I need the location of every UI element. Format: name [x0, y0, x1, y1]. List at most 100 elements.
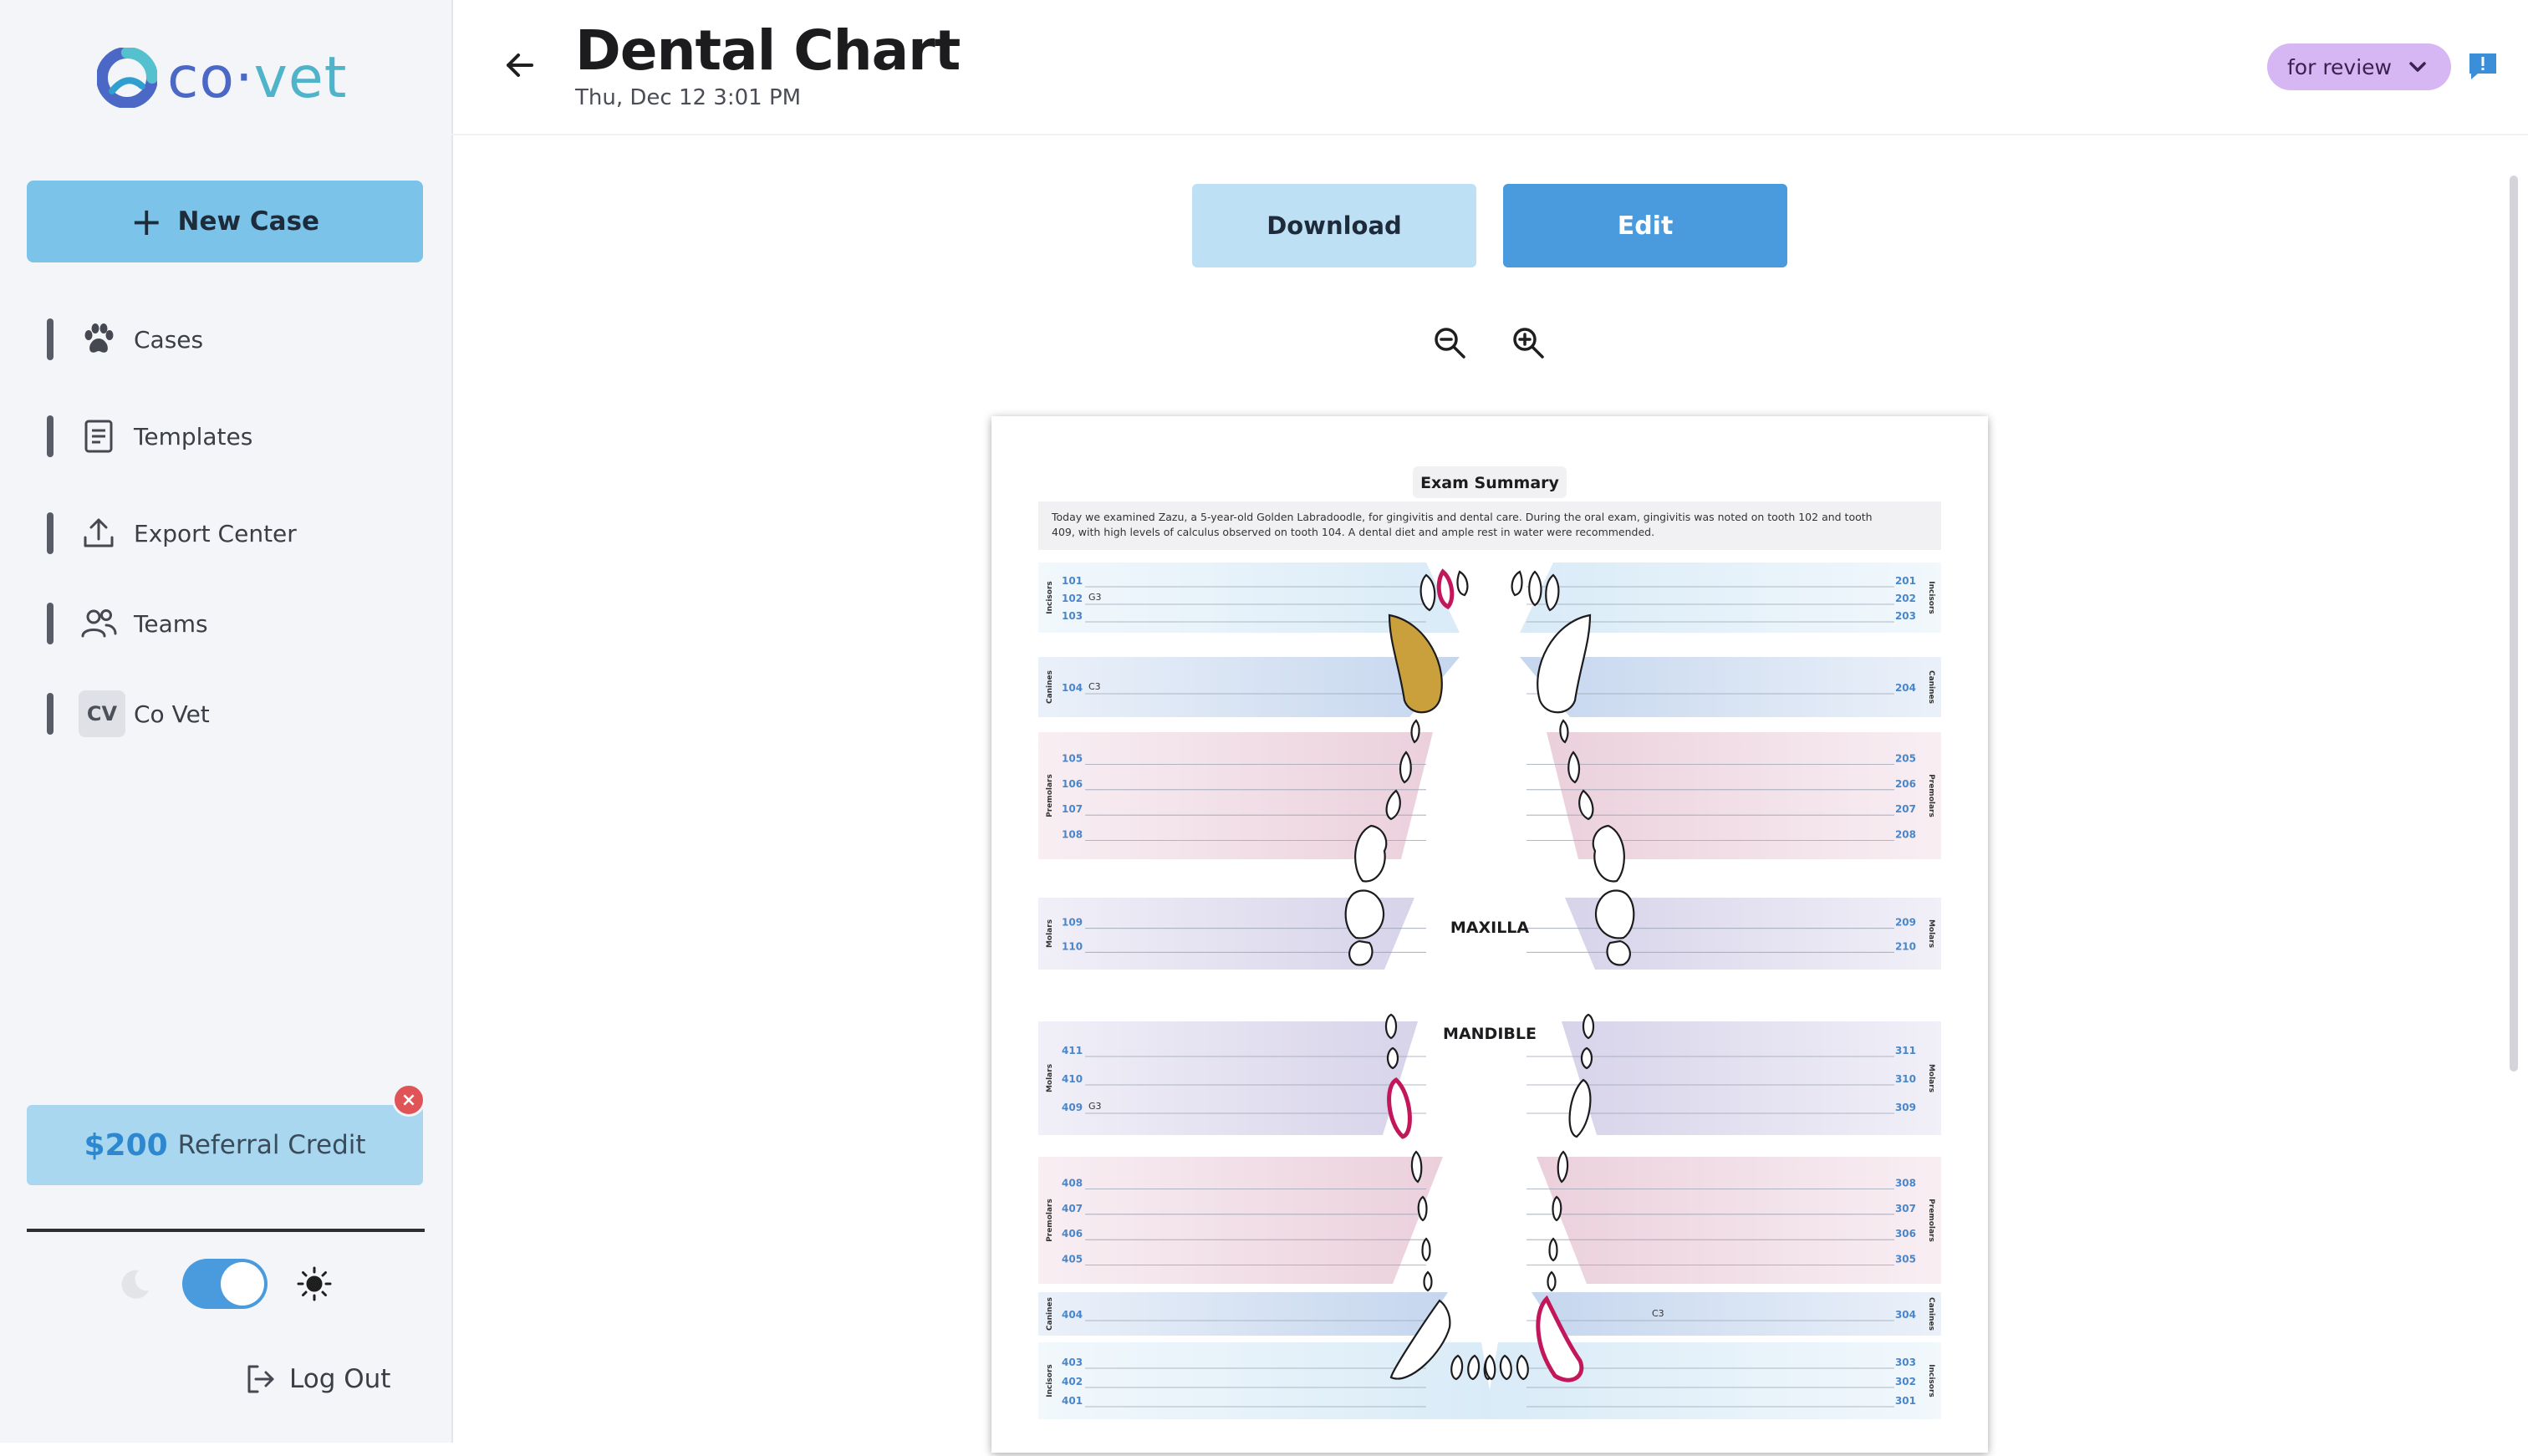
download-button[interactable]: Download — [1192, 184, 1476, 267]
tooth-number: 301 — [1895, 1395, 1916, 1407]
tooth-411 — [1384, 1013, 1398, 1040]
referral-amount: $200 — [84, 1128, 168, 1163]
tooth-number: 106 — [1062, 778, 1083, 790]
tooth-annotation: G3 — [1088, 1101, 1102, 1112]
scrollbar[interactable] — [2510, 176, 2518, 1072]
zoom-out-icon[interactable] — [1431, 324, 1468, 361]
tooth-410 — [1386, 1046, 1399, 1070]
group-label-molars: Molars — [1046, 1064, 1054, 1092]
close-icon[interactable]: × — [392, 1083, 426, 1117]
tooth-annotation: G3 — [1088, 592, 1102, 603]
sidebar-item-label: Co Vet — [134, 700, 210, 728]
group-label-incisors: Incisors — [1927, 1364, 1935, 1397]
group-label-premolars: Premolars — [1046, 1199, 1054, 1242]
theme-switcher — [117, 1259, 333, 1309]
tooth-number: 109 — [1062, 917, 1083, 929]
tooth-number: 405 — [1062, 1254, 1083, 1265]
tooth-number: 102 — [1062, 593, 1083, 604]
summary-text-line1: Today we examined Zazu, a 5-year-old Gol… — [1051, 511, 1873, 523]
maxilla-label: MAXILLA — [1450, 919, 1530, 937]
tooth-number: 209 — [1895, 917, 1916, 929]
sidebar-item-teams[interactable]: Teams — [47, 598, 431, 649]
group-label-premolars: Premolars — [1927, 1199, 1935, 1242]
referral-credit-banner[interactable]: $200 Referral Credit — [27, 1105, 423, 1185]
tooth-number: 207 — [1895, 803, 1916, 815]
moon-icon[interactable] — [117, 1265, 154, 1302]
tooth-number: 308 — [1895, 1177, 1916, 1189]
edit-button[interactable]: Edit — [1503, 184, 1787, 267]
nav-indicator — [47, 693, 54, 735]
tooth-number: 406 — [1062, 1228, 1083, 1240]
avatar: CV — [79, 690, 125, 737]
tooth-number: 310 — [1895, 1073, 1916, 1085]
group-label-incisors: Incisors — [1927, 581, 1935, 614]
new-case-button[interactable]: + New Case — [27, 181, 423, 262]
group-label-premolars: Premolars — [1927, 774, 1935, 817]
logout-icon — [247, 1365, 274, 1393]
referral-label: Referral Credit — [177, 1130, 366, 1160]
status-label: for review — [2287, 54, 2392, 79]
tooth-number: 210 — [1895, 940, 1916, 952]
nav-indicator — [47, 512, 54, 554]
tooth-307 — [1552, 1195, 1562, 1222]
group-label-canines: Canines — [1046, 670, 1054, 704]
tooth-110 — [1348, 939, 1374, 966]
theme-toggle[interactable] — [182, 1259, 268, 1309]
sidebar-item-templates[interactable]: Templates — [47, 411, 431, 461]
group-label-molars: Molars — [1927, 919, 1935, 948]
nav-indicator — [47, 318, 54, 360]
tooth-number: 203 — [1895, 610, 1916, 622]
tooth-number: 303 — [1895, 1357, 1916, 1368]
logo-text: co·vet — [167, 44, 348, 111]
sidebar-divider — [27, 1229, 425, 1232]
tooth-number: 206 — [1895, 778, 1916, 790]
new-case-label: New Case — [177, 206, 320, 237]
sidebar-item-cases[interactable]: Cases — [47, 314, 431, 364]
tooth-number: 403 — [1062, 1357, 1083, 1368]
band-canines — [1532, 1292, 1941, 1336]
toggle-knob — [221, 1262, 264, 1306]
sidebar-item-label: Cases — [134, 325, 204, 354]
tooth-number: 402 — [1062, 1376, 1083, 1387]
dental-chart: Exam Summary Today we examined Zazu, a 5… — [1038, 466, 1941, 1419]
back-arrow-icon[interactable] — [502, 47, 538, 84]
page-title: Dental Chart — [575, 18, 961, 83]
group-label-premolars: Premolars — [1046, 774, 1054, 817]
tooth-number: 404 — [1062, 1309, 1083, 1321]
status-dropdown[interactable]: for review — [2267, 43, 2451, 90]
tooth-308 — [1557, 1150, 1569, 1184]
tooth-annotation: C3 — [1088, 681, 1101, 692]
tooth-number: 307 — [1895, 1203, 1916, 1214]
dental-chart-document: Exam Summary Today we examined Zazu, a 5… — [991, 416, 1988, 1453]
tooth-number: 105 — [1062, 752, 1083, 764]
sun-icon[interactable] — [296, 1265, 333, 1302]
tooth-407 — [1417, 1195, 1428, 1222]
mandible-label: MANDIBLE — [1443, 1025, 1537, 1043]
nav-indicator — [47, 603, 54, 644]
tooth-number: 306 — [1895, 1228, 1916, 1240]
nav-indicator — [47, 415, 54, 457]
logout-button[interactable]: Log Out — [244, 1362, 390, 1396]
feedback-icon[interactable] — [2468, 52, 2498, 80]
group-label-canines: Canines — [1927, 670, 1935, 704]
band-molars — [1562, 1021, 1941, 1135]
sidebar-item-co-vet[interactable]: CV Co Vet — [47, 689, 431, 739]
tooth-number: 408 — [1062, 1177, 1083, 1189]
band-canines — [1038, 657, 1460, 717]
group-label-canines: Canines — [1927, 1297, 1935, 1331]
upload-icon — [79, 513, 119, 553]
group-label-molars: Molars — [1927, 1064, 1935, 1092]
covet-logo[interactable]: co·vet — [97, 43, 347, 112]
tooth-109 — [1344, 889, 1385, 939]
zoom-in-icon[interactable] — [1510, 324, 1547, 361]
tooth-number: 103 — [1062, 610, 1083, 622]
tooth-number: 108 — [1062, 829, 1083, 841]
sidebar-item-label: Templates — [134, 422, 253, 451]
band-canines — [1038, 1292, 1448, 1336]
sidebar-item-label: Teams — [134, 609, 208, 638]
tooth-405 — [1423, 1270, 1433, 1292]
sidebar: co·vet + New Case Cases Templates Export… — [0, 0, 453, 1443]
sidebar-item-export-center[interactable]: Export Center — [47, 508, 431, 558]
tooth-409 — [1387, 1077, 1412, 1139]
page-timestamp: Thu, Dec 12 3:01 PM — [575, 85, 802, 110]
